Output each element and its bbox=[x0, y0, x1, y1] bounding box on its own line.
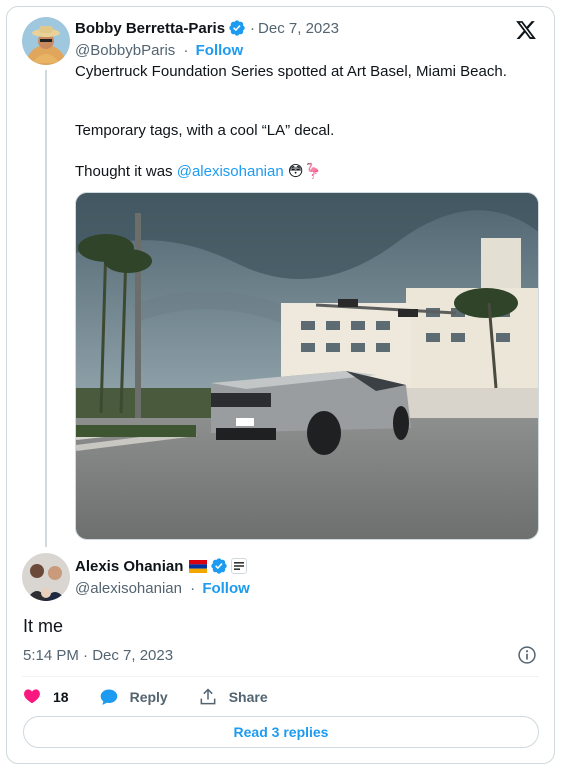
affiliate-badge-icon[interactable] bbox=[231, 558, 248, 574]
reply-button[interactable]: Reply bbox=[99, 687, 168, 707]
photo-cybertruck-street bbox=[76, 193, 538, 539]
reply-bubble-icon bbox=[100, 689, 117, 705]
author-name[interactable]: Bobby Berretta-Paris bbox=[75, 20, 225, 37]
like-count: 18 bbox=[53, 689, 69, 705]
follow-button[interactable]: Follow bbox=[202, 580, 250, 597]
avatar-alexis[interactable] bbox=[22, 553, 70, 601]
tweet-text-line: Temporary tags, with a cool “LA” decal. bbox=[75, 122, 335, 139]
divider bbox=[22, 676, 539, 677]
armenia-flag-icon bbox=[189, 559, 208, 573]
share-button[interactable]: Share bbox=[198, 687, 268, 707]
read-replies-button[interactable]: Read 3 replies bbox=[23, 716, 539, 748]
reply-author-row: Alexis Ohanian bbox=[75, 557, 248, 575]
separator-dot: · bbox=[190, 580, 196, 597]
reply-text: It me bbox=[23, 616, 64, 636]
follow-button[interactable]: Follow bbox=[196, 42, 244, 59]
author-handle[interactable]: @alexisohanian bbox=[75, 580, 182, 597]
post-date[interactable]: Dec 7, 2023 bbox=[258, 20, 339, 37]
tweet-photo[interactable] bbox=[75, 192, 539, 540]
author-handle[interactable]: @BobbybParis bbox=[75, 42, 175, 59]
action-bar: 18 Reply Share bbox=[22, 685, 298, 709]
thread-connector-line bbox=[45, 70, 47, 547]
verified-badge-icon bbox=[228, 19, 246, 37]
separator-dot: · bbox=[183, 42, 189, 59]
emoji-flushed-flamingo: 😳🦩 bbox=[287, 163, 323, 180]
tweet-text-line: Cybertruck Foundation Series spotted at … bbox=[75, 63, 507, 80]
avatar-bobby[interactable] bbox=[22, 17, 70, 65]
reply-label: Reply bbox=[129, 689, 168, 705]
x-logo-icon[interactable] bbox=[515, 19, 537, 41]
share-label: Share bbox=[228, 689, 268, 705]
heart-icon bbox=[24, 689, 40, 704]
post-timestamp[interactable]: 5:14 PM · Dec 7, 2023 bbox=[23, 647, 173, 664]
reply-handle-row: @alexisohanian · Follow bbox=[75, 580, 250, 597]
tweet-text-line: Thought it was @alexisohanian 😳🦩 bbox=[75, 162, 322, 180]
author-name[interactable]: Alexis Ohanian bbox=[75, 558, 183, 575]
parent-author-row: Bobby Berretta-Paris · Dec 7, 2023 bbox=[75, 19, 339, 37]
separator-dot: · bbox=[250, 19, 256, 37]
tweet-text-prefix: Thought it was bbox=[75, 163, 177, 180]
verified-badge-icon bbox=[210, 557, 228, 575]
info-icon[interactable] bbox=[517, 645, 537, 665]
like-button[interactable]: 18 bbox=[22, 687, 69, 707]
share-icon bbox=[200, 688, 216, 705]
parent-handle-row: @BobbybParis · Follow bbox=[75, 42, 243, 59]
mention-link[interactable]: @alexisohanian bbox=[177, 163, 284, 180]
